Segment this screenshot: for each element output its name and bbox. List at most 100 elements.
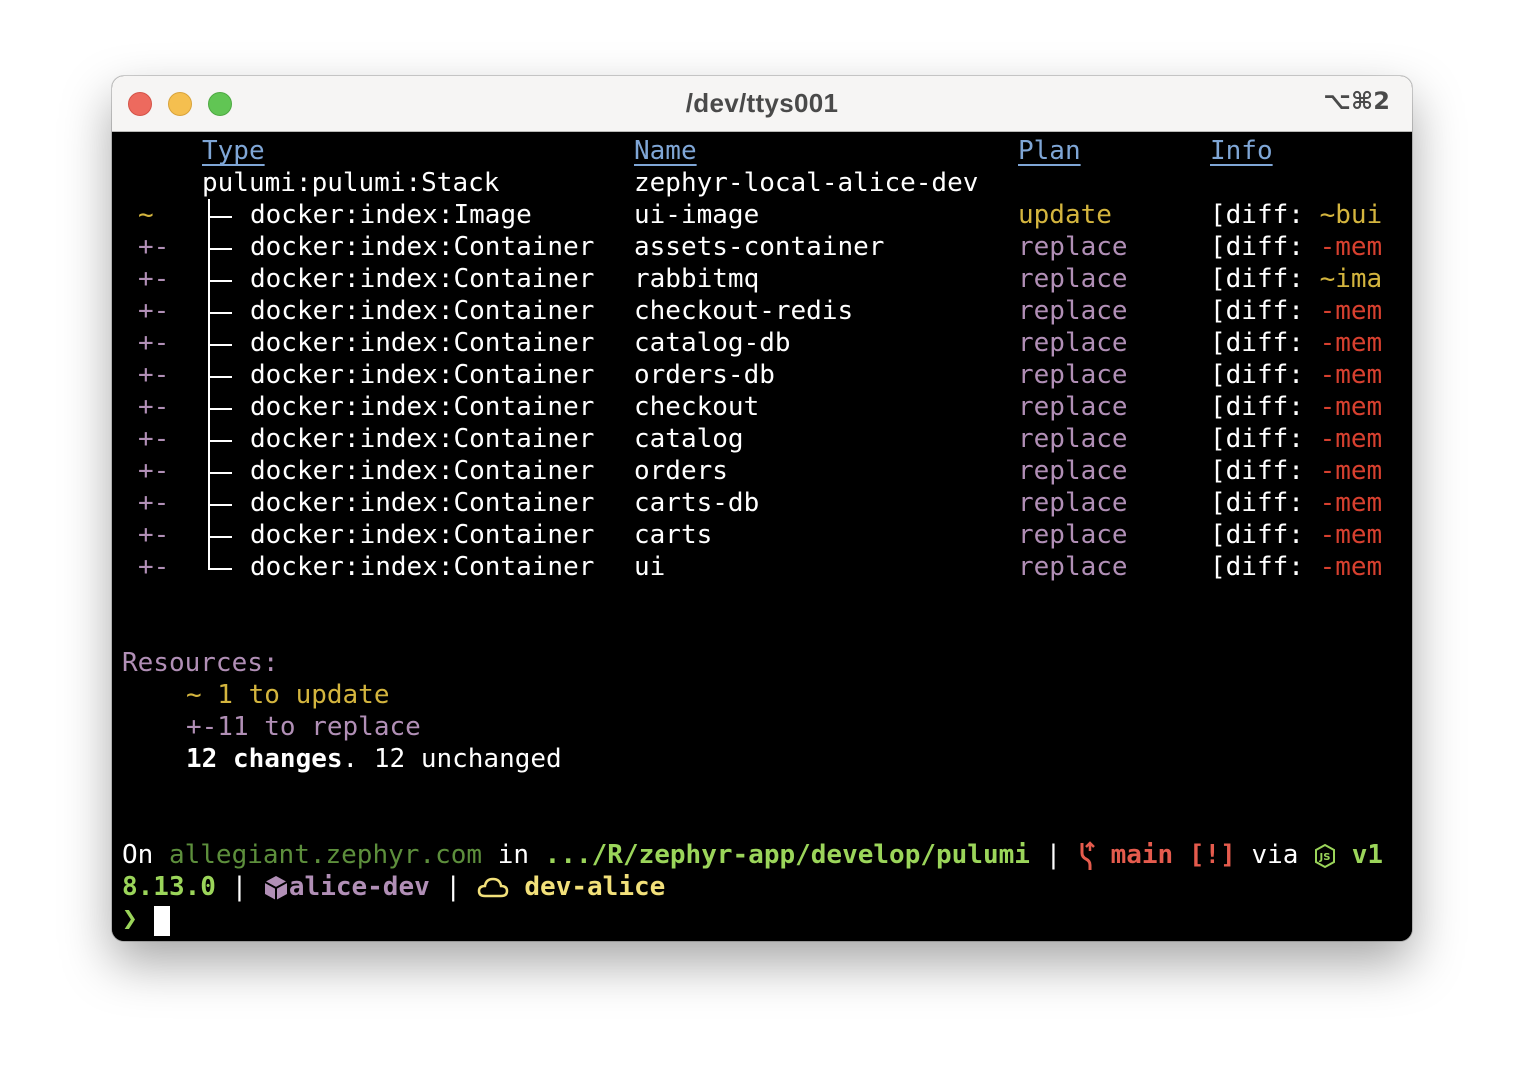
- prompt-separator: |: [215, 872, 263, 902]
- row-info: [diff: ~ima: [1210, 263, 1382, 295]
- tree-branch-icon: [200, 519, 240, 551]
- window-title: /dev/ttys001: [685, 88, 839, 118]
- row-info-prefix: [diff:: [1210, 200, 1320, 230]
- row-info-prefix: [diff:: [1210, 520, 1320, 550]
- summary-replace: +-11 to replace: [186, 712, 421, 742]
- node-version-part1: v1: [1351, 840, 1384, 870]
- tree-branch-icon: [200, 263, 240, 295]
- row-info: [diff: ~bui: [1210, 199, 1382, 231]
- row-op: +-: [138, 328, 170, 358]
- tree-branch-icon: [200, 231, 240, 263]
- row-plan: replace: [1018, 264, 1128, 294]
- prompt-in-label: in: [482, 840, 545, 870]
- row-info: [diff: -mem: [1210, 391, 1382, 423]
- header-name: Name: [634, 136, 697, 166]
- row-name: orders: [634, 456, 728, 486]
- row-name: assets-container: [634, 232, 885, 262]
- row-op: +-: [138, 424, 170, 454]
- row-info: [diff: -mem: [1210, 231, 1382, 263]
- prompt-separator: |: [429, 872, 477, 902]
- row-info-diff: -mem: [1319, 360, 1383, 390]
- row-name: catalog: [634, 424, 744, 454]
- row-info: [diff: -mem: [1210, 519, 1382, 551]
- row-info-diff: -mem: [1319, 552, 1383, 582]
- table-row: +- docker:index:Container orders replace [di…: [112, 455, 1412, 487]
- row-info: [diff: -mem: [1210, 551, 1382, 583]
- nodejs-icon: JS: [1314, 840, 1336, 870]
- row-info-diff: -mem: [1319, 520, 1383, 550]
- git-branch-icon: [1077, 840, 1095, 870]
- cloud-profile: dev-alice: [524, 872, 666, 902]
- table-row: +- docker:index:Container orders-db replace…: [112, 359, 1412, 391]
- tree-branch-icon: [200, 423, 240, 455]
- header-info: Info: [1210, 136, 1273, 166]
- unchanged-count: . 12 unchanged: [342, 744, 562, 774]
- table-row: +- docker:index:Container catalog replace [d…: [112, 423, 1412, 455]
- row-info: [diff: -mem: [1210, 295, 1382, 327]
- row-op: +-: [138, 264, 170, 294]
- title-bar: /dev/ttys001 ⌥⌘2: [112, 76, 1412, 132]
- row-op: +-: [138, 520, 170, 550]
- git-branch-name: main: [1110, 840, 1174, 870]
- row-info-prefix: [diff:: [1210, 264, 1320, 294]
- row-info-diff: -mem: [1319, 424, 1383, 454]
- row-type: docker:index:Container: [250, 488, 595, 518]
- terminal-window: /dev/ttys001 ⌥⌘2 Type Name Plan Info pul…: [112, 76, 1412, 941]
- prompt-host: allegiant.zephyr.com: [168, 840, 483, 870]
- tree-branch-icon: [200, 551, 240, 583]
- row-info: [diff: -mem: [1210, 327, 1382, 359]
- prompt-separator: |: [1029, 840, 1077, 870]
- row-info-prefix: [diff:: [1210, 392, 1320, 422]
- row-info-diff: ~bui: [1319, 200, 1383, 230]
- table-row: +- docker:index:Container rabbitmq replace […: [112, 263, 1412, 295]
- prompt-char: ❯: [122, 904, 138, 934]
- tree-branch-icon: [200, 295, 240, 327]
- row-info-prefix: [diff:: [1210, 232, 1320, 262]
- stack-type: pulumi:pulumi:Stack: [202, 168, 500, 198]
- row-info-prefix: [diff:: [1210, 488, 1320, 518]
- header-plan: Plan: [1018, 136, 1081, 166]
- tree-branch-icon: [200, 391, 240, 423]
- row-plan: update: [1018, 200, 1112, 230]
- row-name: catalog-db: [634, 328, 791, 358]
- row-info: [diff: -mem: [1210, 423, 1382, 455]
- package-cube-icon: [263, 872, 289, 902]
- terminal-output[interactable]: Type Name Plan Info pulumi:pulumi:Stack …: [112, 133, 1412, 941]
- tree-branch-icon: [200, 487, 240, 519]
- row-op: +-: [138, 360, 170, 390]
- tree-branch-icon: [200, 455, 240, 487]
- table-header-row: Type Name Plan Info: [112, 135, 1412, 167]
- row-name: ui-image: [634, 200, 760, 230]
- row-info-diff: -mem: [1319, 232, 1383, 262]
- summary-changes: 12 changes. 12 unchanged: [186, 743, 562, 775]
- row-plan: replace: [1018, 552, 1128, 582]
- row-name: checkout-redis: [634, 296, 854, 326]
- row-info: [diff: -mem: [1210, 359, 1382, 391]
- row-type: docker:index:Container: [250, 456, 595, 486]
- tree-branch-icon: [200, 199, 240, 231]
- tree-branch-icon: [200, 327, 240, 359]
- table-row: +- docker:index:Container carts-db replace […: [112, 487, 1412, 519]
- table-row: +- docker:index:Container carts replace [dif…: [112, 519, 1412, 551]
- text-cursor[interactable]: [154, 906, 170, 936]
- row-plan: replace: [1018, 424, 1128, 454]
- table-row: +- docker:index:Container ui replace [diff: …: [112, 551, 1412, 583]
- summary-heading: Resources:: [122, 648, 279, 678]
- prompt-on-label: On: [122, 840, 169, 870]
- stack-row: pulumi:pulumi:Stack zephyr-local-alice-d…: [112, 167, 1412, 199]
- node-version-part2: 8.13.0: [122, 872, 216, 902]
- row-info-prefix: [diff:: [1210, 552, 1320, 582]
- row-plan: replace: [1018, 328, 1128, 358]
- row-name: orders-db: [634, 360, 775, 390]
- changes-count: 12 changes: [186, 744, 343, 774]
- row-type: docker:index:Container: [250, 264, 595, 294]
- row-type: docker:index:Container: [250, 232, 595, 262]
- table-row: +- docker:index:Container catalog-db replac…: [112, 327, 1412, 359]
- row-op: +-: [138, 392, 170, 422]
- table-row: +- docker:index:Container checkout replace […: [112, 391, 1412, 423]
- row-type: docker:index:Container: [250, 328, 595, 358]
- row-plan: replace: [1018, 296, 1128, 326]
- prompt-path: .../R/zephyr-app/develop/pulumi: [544, 840, 1030, 870]
- row-plan: replace: [1018, 520, 1128, 550]
- table-row: ~ docker:index:Image ui-image update [diff: …: [112, 199, 1412, 231]
